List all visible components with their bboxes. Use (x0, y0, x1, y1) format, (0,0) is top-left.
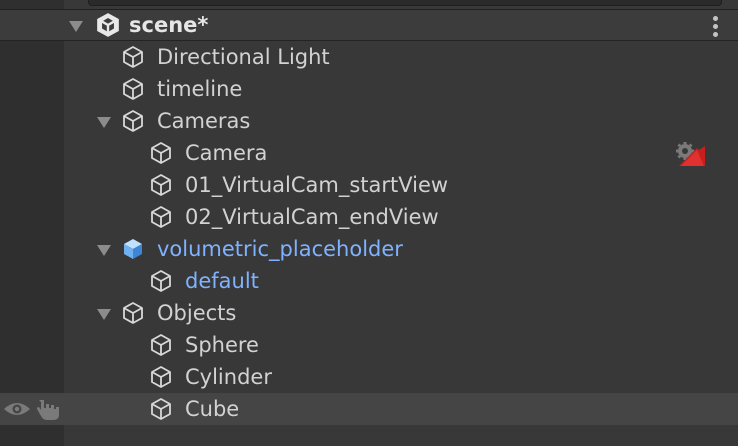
gameobject-cube-icon (151, 398, 171, 420)
hierarchy-item-label: timeline (157, 77, 243, 101)
hierarchy-item-label: Cameras (157, 109, 251, 133)
hierarchy-item-virtualcam-end[interactable]: 02_VirtualCam_endView (0, 201, 738, 233)
visibility-eye-icon[interactable] (3, 401, 31, 417)
hierarchy-item-camera[interactable]: Camera (0, 137, 738, 169)
search-bar[interactable] (88, 0, 722, 6)
gameobject-cube-icon (123, 110, 143, 132)
hierarchy-item-label: Objects (157, 301, 237, 325)
hierarchy-item-virtualcam-start[interactable]: 01_VirtualCam_startView (0, 169, 738, 201)
prefab-cube-icon (124, 239, 142, 259)
gameobject-cube-icon (123, 46, 143, 68)
gameobject-cube-icon (123, 302, 143, 324)
hierarchy-item-label: Cube (185, 397, 240, 421)
hierarchy-item-cameras[interactable]: Cameras (0, 105, 738, 137)
hierarchy-item-label: volumetric_placeholder (157, 237, 403, 261)
foldout-arrow-icon[interactable] (97, 117, 111, 128)
scene-name: scene* (129, 13, 209, 37)
hierarchy-item-cube[interactable]: Cube (0, 393, 738, 425)
more-options-icon[interactable] (713, 16, 718, 40)
hierarchy-item-sphere[interactable]: Sphere (0, 329, 738, 361)
visibility-gutter-cell (0, 393, 64, 425)
hierarchy-item-label: Cylinder (185, 365, 272, 389)
hierarchy-item-timeline[interactable]: timeline (0, 73, 738, 105)
foldout-arrow-icon[interactable] (97, 309, 111, 320)
hierarchy-item-volumetric-placeholder[interactable]: volumetric_placeholder (0, 233, 738, 265)
gameobject-cube-icon (151, 174, 171, 196)
pickable-hand-icon[interactable] (36, 397, 62, 421)
hierarchy-item-label: default (185, 269, 259, 293)
gameobject-cube-icon (151, 366, 171, 388)
hierarchy-item-label: Camera (185, 141, 268, 165)
unity-scene-icon (97, 13, 119, 37)
foldout-arrow-icon[interactable] (97, 245, 111, 256)
gameobject-cube-icon (151, 270, 171, 292)
gameobject-cube-icon (151, 206, 171, 228)
hierarchy-item-label: Sphere (185, 333, 259, 357)
hierarchy-item-cylinder[interactable]: Cylinder (0, 361, 738, 393)
hierarchy-item-directional-light[interactable]: Directional Light (0, 41, 738, 73)
hierarchy-item-label: 01_VirtualCam_startView (185, 173, 449, 197)
gameobject-cube-icon (151, 142, 171, 164)
gameobject-cube-icon (151, 334, 171, 356)
hierarchy-item-label: 02_VirtualCam_endView (185, 205, 439, 229)
gameobject-cube-icon (123, 78, 143, 100)
hierarchy-item-objects[interactable]: Objects (0, 297, 738, 329)
scene-header-row[interactable]: scene* (0, 9, 738, 41)
foldout-arrow-icon[interactable] (69, 21, 83, 32)
hierarchy-item-label: Directional Light (157, 45, 330, 69)
camera-warning-icon[interactable] (673, 140, 707, 168)
hierarchy-item-default[interactable]: default (0, 265, 738, 297)
